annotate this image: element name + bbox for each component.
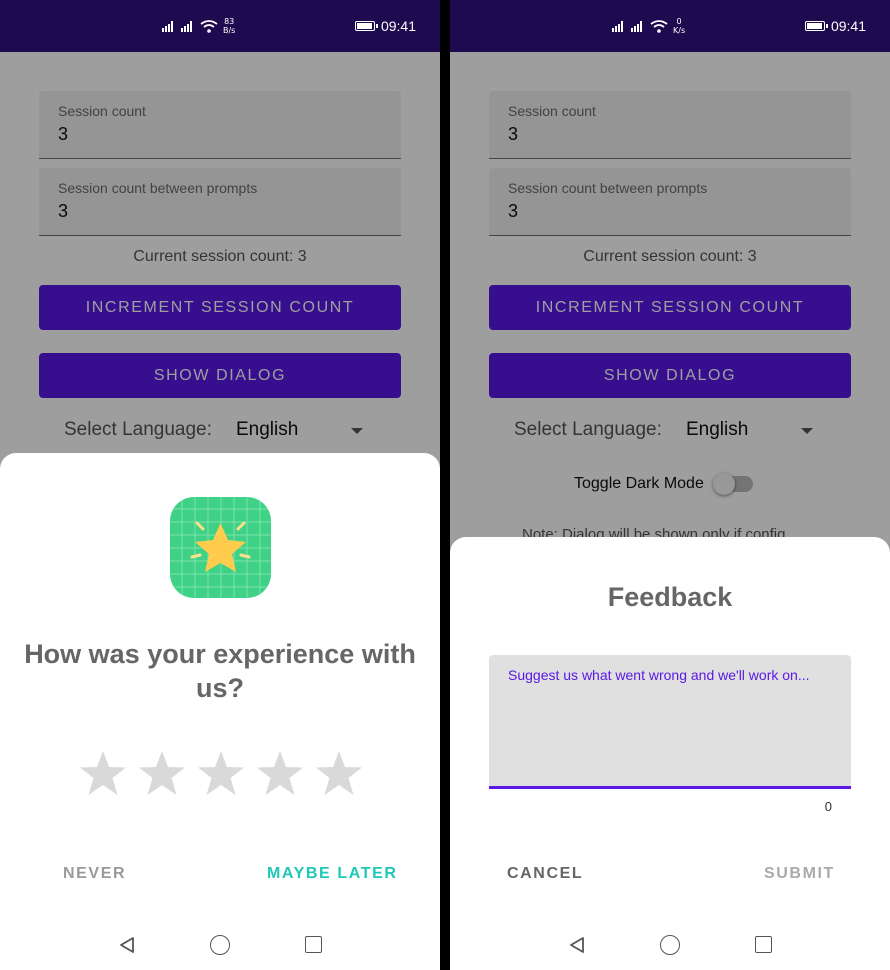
cell-signal-icon (612, 21, 623, 32)
triangle-back-icon[interactable] (118, 936, 136, 954)
maybe-later-button[interactable]: MAYBE LATER (267, 865, 398, 883)
rating-dialog: How was your experience with us? NEVER M… (0, 453, 440, 970)
cell-signal-icon (162, 21, 173, 32)
triangle-back-icon[interactable] (568, 936, 586, 954)
star-rating-bar (78, 749, 364, 799)
submit-button[interactable]: SUBMIT (764, 865, 835, 883)
square-recents-icon[interactable] (755, 936, 772, 953)
network-speed-value: 0 (676, 17, 682, 26)
status-bar: 0 K/s 09:41 (450, 0, 890, 52)
wifi-icon (650, 19, 668, 33)
battery-icon (804, 21, 828, 31)
circle-home-icon[interactable] (660, 935, 680, 955)
phone-screen-feedback: 0 K/s 09:41 Session count 3 Session coun… (450, 0, 890, 970)
star-5-icon[interactable] (314, 749, 364, 799)
status-time: 09:41 (830, 18, 866, 34)
network-speed-unit: B/s (223, 26, 236, 35)
square-recents-icon[interactable] (305, 936, 322, 953)
network-speed-unit: K/s (673, 26, 686, 35)
phone-screen-rating: 83 B/s 09:41 Session count 3 Session cou… (0, 0, 440, 970)
star-3-icon[interactable] (196, 749, 246, 799)
feedback-input[interactable]: Suggest us what went wrong and we'll wor… (489, 655, 851, 789)
signal-group: 83 B/s (162, 0, 235, 52)
system-nav-bar (0, 920, 440, 970)
character-counter: 0 (824, 799, 832, 814)
star-2-icon[interactable] (137, 749, 187, 799)
network-speed-value: 83 (224, 17, 235, 26)
network-speed: 0 K/s (673, 17, 685, 35)
status-bar: 83 B/s 09:41 (0, 0, 440, 52)
network-speed: 83 B/s (223, 17, 235, 35)
never-button[interactable]: NEVER (63, 865, 126, 883)
feedback-dialog-title: Feedback (607, 582, 733, 612)
circle-home-icon[interactable] (210, 935, 230, 955)
cell-signal-icon (181, 21, 192, 32)
wifi-icon (200, 19, 218, 33)
feedback-dialog: Feedback Suggest us what went wrong and … (450, 537, 890, 970)
feedback-placeholder: Suggest us what went wrong and we'll wor… (508, 667, 810, 683)
star-grid-app-icon (170, 497, 271, 598)
cell-signal-icon (631, 21, 642, 32)
status-time: 09:41 (380, 18, 416, 34)
star-4-icon[interactable] (255, 749, 305, 799)
signal-group: 0 K/s (612, 0, 685, 52)
rating-dialog-title: How was your experience with us? (24, 639, 416, 703)
star-1-icon[interactable] (78, 749, 128, 799)
cancel-button[interactable]: CANCEL (507, 865, 583, 883)
system-nav-bar (450, 920, 890, 970)
battery-icon (354, 21, 378, 31)
